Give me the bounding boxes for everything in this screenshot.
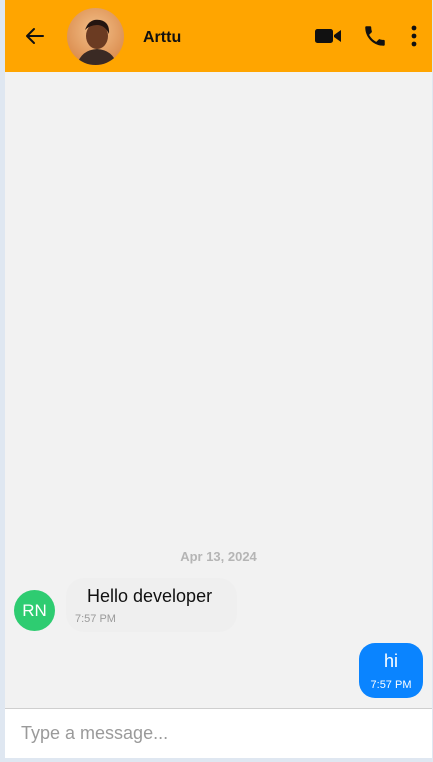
contact-avatar[interactable]: [67, 8, 124, 65]
message-timestamp: 7:57 PM: [370, 679, 412, 691]
chat-window: Arttu Apr 13, 2024 RN Hello developer 7:…: [5, 0, 432, 758]
outgoing-message-bubble[interactable]: hi 7:57 PM: [359, 643, 423, 698]
contact-name: Arttu: [143, 29, 182, 46]
video-call-button[interactable]: [314, 25, 342, 47]
phone-icon: [365, 26, 385, 46]
message-composer: [5, 708, 432, 758]
contact-photo: [67, 8, 124, 65]
date-separator: Apr 13, 2024: [180, 549, 257, 564]
video-camera-icon: [315, 29, 341, 43]
chat-header: Arttu: [5, 0, 432, 72]
message-text: hi: [383, 651, 398, 671]
sender-avatar: RN: [14, 590, 55, 631]
more-options-button[interactable]: [409, 24, 419, 48]
incoming-message-bubble[interactable]: Hello developer 7:57 PM: [66, 578, 237, 632]
message-input[interactable]: [5, 709, 432, 758]
arrow-left-icon: [26, 28, 44, 44]
back-button[interactable]: [23, 24, 47, 48]
message-timestamp: 7:57 PM: [75, 613, 116, 625]
voice-call-button[interactable]: [362, 23, 388, 49]
message-text: Hello developer: [87, 586, 213, 606]
more-vertical-icon: [411, 25, 417, 47]
message-list[interactable]: Apr 13, 2024 RN Hello developer 7:57 PM …: [5, 72, 432, 708]
